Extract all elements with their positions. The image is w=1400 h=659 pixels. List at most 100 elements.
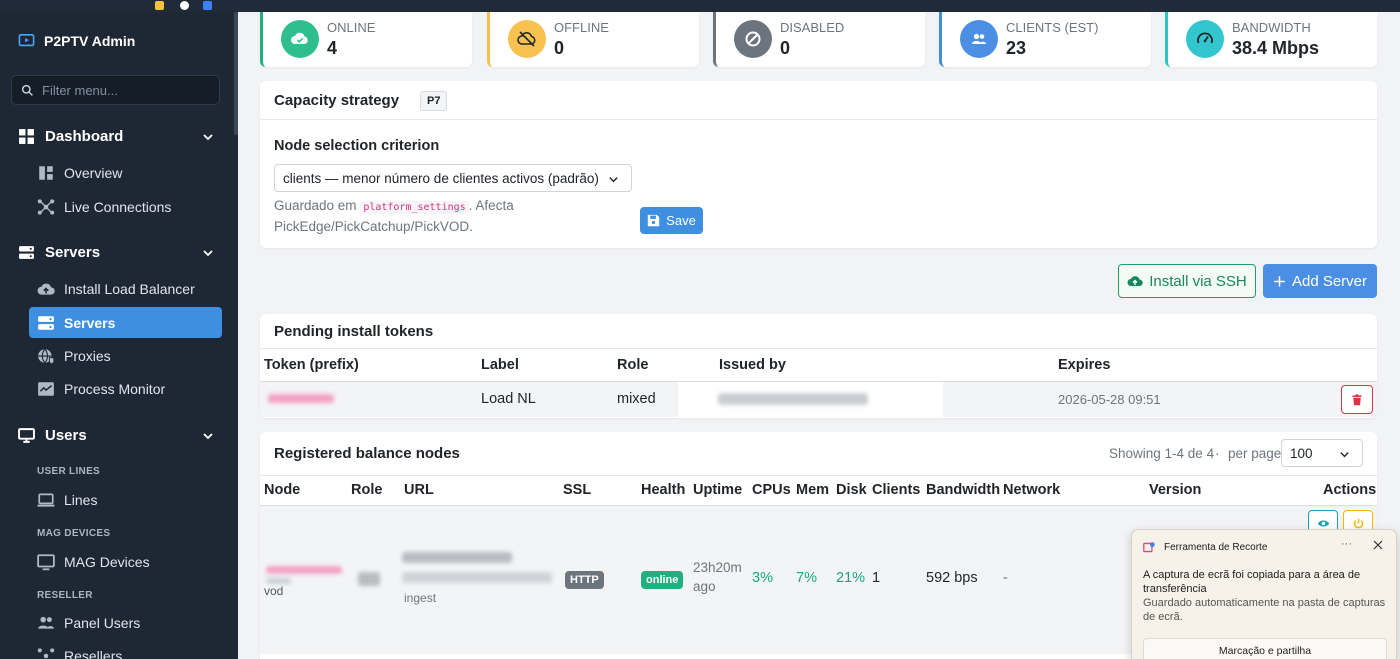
bookmark-favicon[interactable]	[180, 1, 189, 10]
column-header-node: Node	[264, 482, 301, 498]
laptop-icon	[37, 493, 55, 507]
stat-label: ONLINE	[327, 20, 376, 35]
divider	[260, 475, 1377, 476]
section-label: Dashboard	[45, 128, 124, 145]
stat-icon-circle	[508, 20, 546, 58]
chevron-down-icon	[203, 432, 213, 439]
disk-value: 21%	[836, 570, 866, 586]
mem-value: 7%	[796, 570, 817, 586]
sidebar-item-process-monitor[interactable]: Process Monitor	[29, 373, 222, 404]
browser-bookmark-strip	[0, 0, 1400, 12]
power-icon	[1353, 518, 1363, 528]
sidebar-section-users[interactable]: Users	[18, 427, 214, 444]
per-page-select[interactable]: 100	[1281, 439, 1363, 467]
filter-placeholder: Filter menu...	[42, 82, 118, 98]
sidebar-item-label: Resellers	[64, 647, 123, 659]
node-selection-criterion-select[interactable]: clients — menor número de clientes activ…	[274, 164, 632, 192]
sidebar-item-install-load-balancer[interactable]: Install Load Balancer	[29, 273, 222, 304]
sidebar-item-label: Install Load Balancer	[64, 280, 195, 297]
help-text: Guardado em platform_settings. Afecta Pi…	[274, 196, 604, 236]
stat-label: DISABLED	[780, 20, 845, 35]
sidebar-item-live-connections[interactable]: Live Connections	[29, 191, 222, 222]
stat-label: OFFLINE	[554, 20, 609, 35]
add-server-button[interactable]: Add Server	[1263, 264, 1377, 298]
chevron-down-icon	[203, 133, 213, 140]
users-icon	[38, 616, 54, 629]
more-options-button[interactable]: ···	[1341, 538, 1352, 550]
notification-header: Ferramenta de Recorte	[1143, 541, 1267, 554]
per-page-label: per page	[1228, 446, 1282, 461]
bookmark-favicon[interactable]	[203, 1, 212, 10]
sidebar-item-panel-users[interactable]: Panel Users	[29, 607, 222, 638]
snipping-tool-icon	[1143, 542, 1155, 553]
sidebar-item-label: Proxies	[64, 347, 111, 364]
snipping-tool-notification[interactable]: Ferramenta de Recorte ··· A captura de e…	[1131, 529, 1397, 659]
ssl-badge: HTTP	[565, 571, 604, 589]
cloud-upload-icon	[37, 283, 55, 295]
ban-icon	[745, 31, 761, 47]
server-icon	[38, 315, 54, 330]
sidebar-section-servers[interactable]: Servers	[18, 244, 214, 261]
stat-label: CLIENTS (EST)	[1006, 20, 1099, 35]
node-sub: vod	[264, 584, 284, 598]
stat-value: 4	[327, 38, 338, 58]
redacted-email	[718, 393, 868, 405]
install-via-ssh-button[interactable]: Install via SSH	[1118, 264, 1256, 298]
column-header-version: Version	[1149, 482, 1202, 498]
divider	[260, 348, 1377, 349]
chevron-down-icon	[203, 249, 213, 256]
sidebar-item-resellers[interactable]: Resellers	[29, 640, 222, 659]
close-icon[interactable]	[1373, 540, 1383, 550]
sidebar-caption-mag-devices: MAG DEVICES	[37, 528, 111, 539]
column-header-issued-by: Issued by	[719, 357, 786, 373]
sidebar-item-label: Live Connections	[64, 198, 172, 215]
pending-install-tokens-card: Pending install tokens Token (prefix) La…	[260, 314, 1377, 418]
trash-icon	[1352, 393, 1362, 405]
cpu-value: 3%	[752, 570, 773, 586]
save-button[interactable]: Save	[640, 207, 703, 234]
users-icon	[972, 33, 986, 44]
button-label: Save	[666, 213, 696, 228]
filter-menu-input[interactable]: Filter menu...	[11, 75, 220, 105]
column-header-actions: Actions	[1323, 482, 1377, 498]
brand-name: P2PTV Admin	[44, 32, 136, 49]
sidebar-item-proxies[interactable]: Proxies	[29, 340, 222, 371]
bookmark-favicon[interactable]	[155, 1, 164, 10]
table-row: Load NL mixed 2026-05-28 09:51	[260, 382, 1377, 417]
token-expires: 2026-05-28 09:51	[1058, 392, 1161, 407]
token-role: mixed	[617, 391, 656, 407]
sidebar-item-lines[interactable]: Lines	[29, 484, 222, 515]
sidebar-caption-reseller: RESELLER	[37, 590, 93, 601]
sidebar-item-label: Process Monitor	[64, 380, 166, 397]
server-icon	[19, 246, 34, 259]
stat-card-bandwidth: BANDWIDTH 38.4 Mbps	[1165, 12, 1377, 67]
network-nodes-icon	[37, 198, 55, 215]
cloud-upload-icon	[1127, 276, 1143, 286]
sidebar-item-label: MAG Devices	[64, 553, 150, 570]
sidebar-item-mag-devices[interactable]: MAG Devices	[29, 546, 222, 577]
stat-icon-circle	[734, 20, 772, 58]
redacted-url	[402, 552, 512, 563]
notification-body: A captura de ecrã foi copiada para a áre…	[1143, 568, 1388, 624]
card-title: Capacity strategy	[274, 92, 400, 109]
cloud-check-icon	[291, 32, 308, 44]
overview-icon	[39, 165, 53, 180]
redacted-token	[268, 394, 334, 403]
sidebar-item-overview[interactable]: Overview	[29, 157, 222, 188]
column-header-cpus: CPUs	[752, 482, 791, 498]
sidebar-item-servers[interactable]: Servers	[29, 307, 222, 338]
column-header-uptime: Uptime	[693, 482, 743, 498]
sidebar-section-dashboard[interactable]: Dashboard	[18, 128, 214, 145]
redacted-node-name	[266, 566, 342, 574]
sidebar-item-label: Overview	[64, 164, 123, 181]
markup-and-share-button[interactable]: Marcação e partilha	[1143, 638, 1387, 659]
showing-count: Showing 1-4 de 4	[1109, 446, 1215, 461]
select-value: 100	[1290, 445, 1313, 461]
brand[interactable]: P2PTV Admin	[18, 32, 135, 49]
settings-code: platform_settings	[360, 201, 469, 214]
divider	[260, 119, 1377, 120]
delete-token-button[interactable]	[1341, 385, 1373, 414]
card-title: Pending install tokens	[274, 323, 434, 340]
column-header-disk: Disk	[836, 482, 867, 498]
gauge-icon	[1197, 32, 1213, 44]
